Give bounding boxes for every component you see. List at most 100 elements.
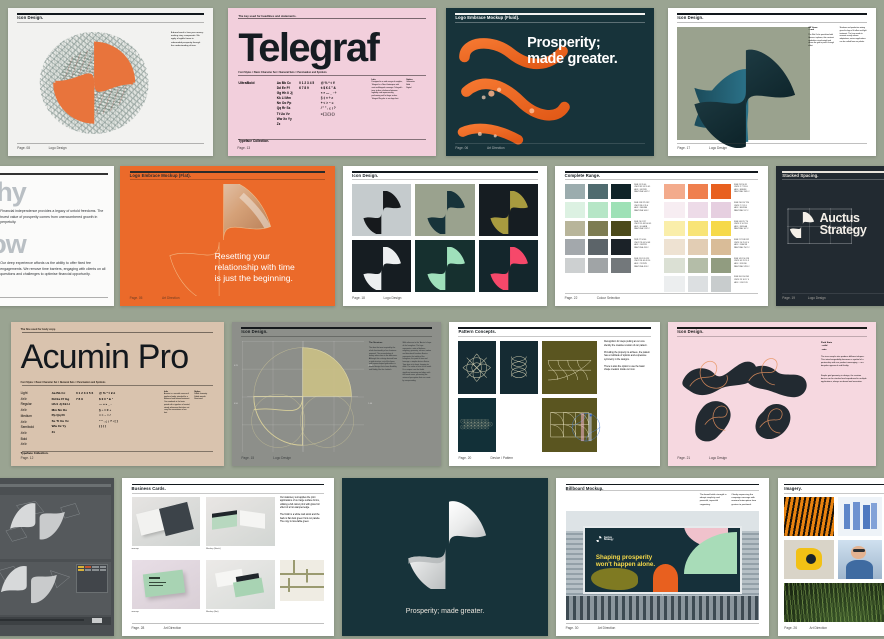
color-swatch[interactable]	[610, 239, 632, 255]
color-swatch[interactable]	[710, 220, 732, 237]
color-swatch[interactable]	[664, 257, 685, 274]
viewport-top[interactable]	[0, 495, 111, 559]
viewport-bottom[interactable]	[0, 561, 111, 616]
color-swatch[interactable]	[587, 239, 609, 255]
texture-tile[interactable]	[279, 560, 325, 602]
card-mockup[interactable]: Mockup	[131, 496, 201, 555]
symbol-column: @ % * ◊ ¥ £ $ € ¢ * & ° — « » _ · § ÷ × ≠ …	[98, 391, 118, 429]
slide-complete-range[interactable]: Complete Range. RGB 15 35 40 CMYK 85 58 …	[555, 166, 768, 306]
pattern-tile[interactable]	[541, 340, 597, 395]
color-swatch[interactable]	[587, 183, 609, 200]
color-swatch[interactable]	[610, 202, 632, 218]
app-titlebar	[0, 484, 111, 488]
color-swatch[interactable]	[664, 220, 685, 237]
color-swatch[interactable]	[664, 239, 685, 255]
slide-icon-design-grid[interactable]: Icon Design. Page. 18 Logo Design	[343, 166, 547, 306]
slide-telegraf-specimen[interactable]: The key used for headlines and statement…	[228, 8, 436, 156]
image-tile-green-field[interactable]	[784, 582, 884, 622]
image-tile-portrait[interactable]	[838, 539, 882, 579]
color-swatch[interactable]	[710, 257, 732, 274]
color-swatch[interactable]	[710, 183, 732, 200]
page-number: Page. 08	[17, 146, 30, 151]
slide-footer: Page. 17 Logo Design	[677, 143, 867, 151]
swatch-code: RGB 158 225 182 CMYK 38 0 35 0 HEX # 9EE…	[634, 202, 650, 212]
slide-acumin-specimen[interactable]: The fine used for body copy. Acumin Pro …	[11, 322, 224, 466]
slide-why-how[interactable]: Why Financial independence provides a le…	[0, 166, 114, 306]
color-swatch[interactable]	[564, 220, 585, 237]
why-text: Financial independence provides a legacy…	[0, 209, 104, 225]
image-tile-blue-blocks[interactable]	[838, 496, 882, 536]
pattern-tile[interactable]	[458, 398, 496, 452]
style-item: Digital	[406, 86, 412, 89]
pattern-tile[interactable]	[500, 340, 538, 395]
color-swatch[interactable]	[687, 276, 708, 292]
slide-prosperity-statement[interactable]: Prosperity; made greater.	[342, 478, 548, 636]
section-label: Device / Pattern	[490, 456, 514, 461]
slide-logo-embrace-fluid[interactable]: Logo Embrace Mockup (Fluid). Prosperity;…	[446, 8, 654, 156]
color-swatch[interactable]	[687, 202, 708, 218]
slide-logo-embrace-flat[interactable]: Logo Embrace Mockup (Flat). Resetting yo…	[120, 166, 335, 306]
card-mockup[interactable]: Mockup	[131, 560, 201, 618]
slide-footer: Page. 22 Colour Selection	[564, 293, 759, 300]
icon-tile[interactable]	[352, 184, 412, 237]
logo-mark-icon	[363, 191, 402, 235]
color-swatch[interactable]	[664, 276, 685, 292]
slide-stacked-spacing[interactable]: Stacked Spacing. Auctus Strategy Page. 1…	[776, 166, 884, 306]
slide-footer: Page. 20 Device / Pattern	[458, 456, 650, 460]
color-swatch[interactable]	[687, 183, 708, 200]
color-swatch[interactable]	[710, 276, 732, 292]
slide-footer: Page. 13	[237, 146, 426, 150]
color-swatch[interactable]	[587, 202, 609, 218]
color-swatch[interactable]	[587, 257, 609, 274]
pattern-tile[interactable]	[458, 340, 496, 395]
billboard-photo[interactable]: Auctus Strategy Shaping prosperity won't…	[565, 511, 760, 621]
billboard-logo-text: Auctus Strategy	[603, 535, 614, 542]
notes-columns: The brand holds strength in abrupt simpl…	[700, 494, 760, 507]
icon-tile[interactable]	[478, 240, 538, 292]
color-swatch[interactable]	[564, 239, 585, 255]
icon-tile[interactable]	[478, 184, 538, 237]
slide-billboard-mockup[interactable]: Billboard Mockup. The brand holds streng…	[556, 478, 769, 636]
color-swatch[interactable]	[610, 257, 632, 274]
note-text: With reference to the 'Auctus' shape of …	[402, 342, 432, 382]
color-swatch[interactable]	[610, 183, 632, 200]
rule-under-heading	[17, 21, 204, 23]
color-swatch[interactable]	[564, 183, 585, 200]
attributes-panel[interactable]	[75, 563, 108, 593]
color-swatch[interactable]	[610, 220, 632, 237]
slide-icon-design-fluid-states[interactable]: Icon Design. Fluid State - solid - wire …	[668, 322, 876, 466]
icon-tile[interactable]	[415, 184, 475, 237]
slide-imagery[interactable]: Imagery. Page. 26 Art Direction	[778, 478, 884, 636]
swatch-code: RGB 232 96 31 CMYK 2 77 93 0 HEX # E8601…	[733, 183, 750, 194]
footer-label: Typeface Collection.	[238, 138, 270, 143]
page-number: Page. 17	[677, 146, 691, 151]
slide-icon-design-3d[interactable]: Icon Design. All Views - card The Flat C…	[668, 8, 876, 156]
color-swatch[interactable]	[687, 220, 708, 237]
icon-tile[interactable]	[352, 240, 412, 292]
timeline-bar[interactable]	[0, 617, 111, 625]
logo-mark-icon	[789, 212, 814, 239]
icon-tile[interactable]	[415, 240, 475, 292]
color-swatch[interactable]	[710, 202, 732, 218]
color-swatch[interactable]	[664, 183, 685, 200]
color-swatch[interactable]	[687, 239, 708, 255]
color-swatch[interactable]	[710, 239, 732, 255]
card-mockup[interactable]: Mockup (Set)	[206, 560, 275, 618]
slide-pattern-concepts[interactable]: Pattern Concepts. Recognition for steps …	[449, 322, 660, 466]
color-swatch[interactable]	[664, 202, 685, 218]
slide-footer: Page. 19 Logo Design	[782, 293, 884, 300]
slide-business-cards[interactable]: Business Cards. Mockup Mockup (Stack) Mo…	[122, 478, 334, 636]
image-tile-spiral[interactable]	[784, 496, 835, 536]
swatch-code: RGB 15 35 40 CMYK 85 58 55 65 HEX # 0F23…	[634, 183, 651, 194]
slide-3d-software-viewport[interactable]	[0, 478, 114, 636]
color-swatch[interactable]	[687, 257, 708, 274]
notes-columns: All Views - card The Flat Circle special…	[808, 27, 866, 47]
slide-icon-design-city[interactable]: Icon Design. A brand mark is how your mo…	[8, 8, 213, 156]
color-swatch[interactable]	[564, 202, 585, 218]
image-tile-yellow-object[interactable]	[784, 539, 835, 579]
notes-columns: Fluid State - solid - wire The icon morp…	[821, 342, 867, 384]
color-swatch[interactable]	[564, 257, 585, 274]
card-mockup[interactable]: Mockup (Stack)	[206, 496, 275, 555]
slide-icon-construction[interactable]: Icon Design. 0.25 0.50 0.75 1.00 The Str…	[232, 322, 441, 466]
color-swatch[interactable]	[587, 220, 609, 237]
